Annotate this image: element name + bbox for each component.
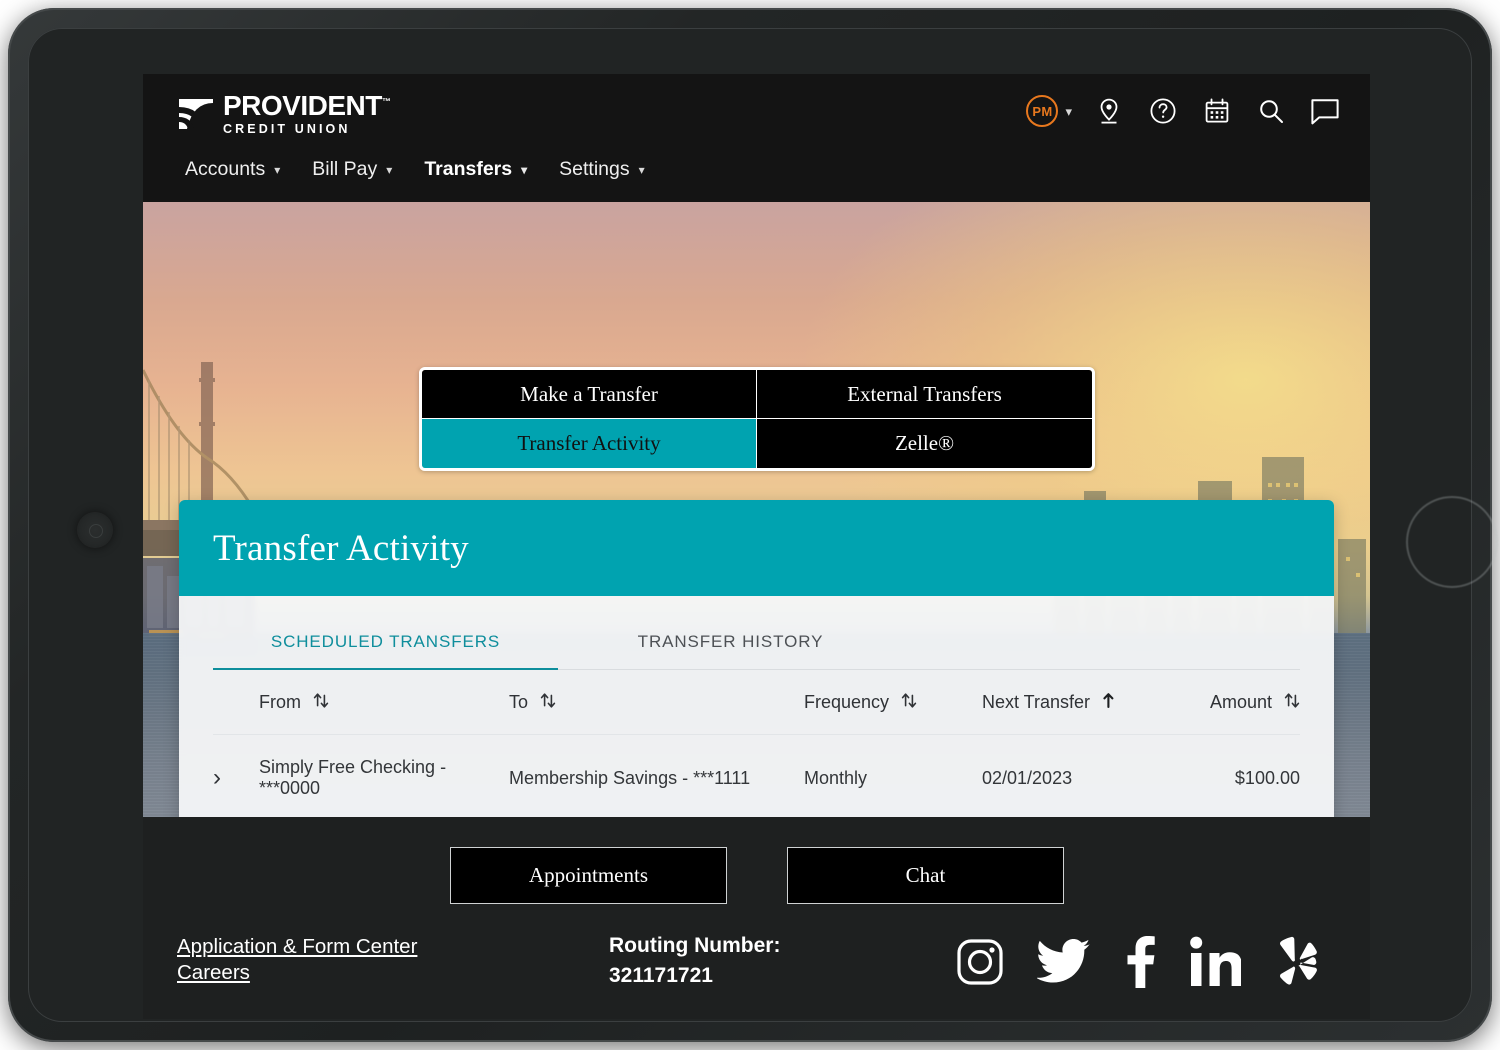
transfer-tab-group: Make a Transfer External Transfers Trans… [419,367,1095,471]
avatar[interactable]: PM [1026,95,1059,127]
column-label: To [509,692,529,712]
column-label: Amount [1209,692,1272,712]
search-icon[interactable] [1254,94,1288,128]
nav-label: Bill Pay [312,158,378,180]
device-home-button[interactable] [78,513,112,547]
column-label: Frequency [804,692,890,712]
location-pin-icon[interactable] [1092,94,1126,128]
facebook-icon[interactable] [1123,936,1157,988]
routing-number-label: Routing Number: [609,934,781,957]
provident-logo[interactable]: PROVIDENT™ CREDIT UNION [177,90,391,136]
logo-name: PROVIDENT [223,90,382,121]
row-expand-toggle[interactable]: › [213,734,259,817]
chevron-right-icon[interactable]: › [213,766,221,790]
card-header: Transfer Activity [179,500,1334,596]
site-header: PROVIDENT™ CREDIT UNION PM ▾ Accounts ▾ … [143,74,1370,202]
nav-item-transfers[interactable]: Transfers ▾ [416,152,551,187]
scheduled-transfers-table: From To Frequency Next Transfer Amount ›… [213,670,1300,817]
link-application-form-center[interactable]: Application & Form Center [177,934,609,960]
tablet-screen: PROVIDENT™ CREDIT UNION PM ▾ Accounts ▾ … [143,74,1370,1019]
column-label: From [259,692,301,712]
provident-logo-mark [177,95,215,133]
routing-number-value: 321171721 [609,964,713,987]
link-careers[interactable]: Careers [177,960,609,986]
cell-amount: $100.00 [1197,734,1300,817]
tab-external-transfers[interactable]: External Transfers [757,370,1092,419]
appointments-button[interactable]: Appointments [450,847,727,904]
cell-frequency: Monthly [804,734,982,817]
chevron-down-icon: ▾ [521,162,528,177]
sort-both-icon[interactable] [313,692,329,714]
social-links [955,934,1321,988]
yelp-icon[interactable] [1273,936,1321,988]
main-navigation: Accounts ▾ Bill Pay ▾ Transfers ▾ Settin… [143,152,669,187]
chat-button[interactable]: Chat [787,847,1064,904]
logo-subtitle: CREDIT UNION [223,122,351,136]
cell-to: Membership Savings - ***1111 [509,734,804,817]
page-title: Transfer Activity [213,527,469,569]
column-label: Next Transfer [982,692,1091,712]
nav-item-settings[interactable]: Settings ▾ [551,152,669,187]
table-row[interactable]: › Simply Free Checking - ***0000 Members… [213,734,1300,817]
cell-from: Simply Free Checking - ***0000 [259,734,509,817]
table-header-row: From To Frequency Next Transfer Amount [213,670,1300,735]
sort-both-icon[interactable] [540,692,556,714]
column-header-frequency[interactable]: Frequency [804,670,982,735]
device-side-button[interactable] [1406,496,1498,588]
profile-menu[interactable]: PM ▾ [1026,95,1072,127]
help-icon[interactable] [1146,94,1180,128]
chat-icon[interactable] [1308,94,1342,128]
twitter-icon[interactable] [1037,938,1091,986]
footer-bottom-row: Application & Form Center Careers Routin… [143,904,1370,988]
hero-section: Make a Transfer External Transfers Trans… [143,202,1370,817]
chevron-down-icon: ▾ [386,162,393,177]
logo-trademark: ™ [381,96,391,107]
table-header: From To Frequency Next Transfer Amount [213,670,1300,735]
chevron-down-icon[interactable]: ▾ [1065,105,1072,118]
tab-scheduled-transfers[interactable]: SCHEDULED TRANSFERS [213,620,558,670]
nav-item-bill-pay[interactable]: Bill Pay ▾ [304,152,416,187]
nav-label: Settings [559,158,630,180]
tab-make-a-transfer[interactable]: Make a Transfer [422,370,757,419]
tab-transfer-history[interactable]: TRANSFER HISTORY [558,620,903,669]
column-header-from[interactable]: From [259,670,509,735]
tab-zelle[interactable]: Zelle® [757,419,1092,468]
routing-number-block: Routing Number: 321171721 [609,934,949,988]
column-header-expand [213,670,259,735]
card-body: SCHEDULED TRANSFERS TRANSFER HISTORY Fro… [179,596,1334,817]
cell-next-transfer: 02/01/2023 [982,734,1197,817]
table-body: › Simply Free Checking - ***0000 Members… [213,734,1300,817]
footer-links: Application & Form Center Careers [177,934,609,986]
footer-button-row: Appointments Chat [143,817,1370,904]
column-header-amount[interactable]: Amount [1197,670,1300,735]
nav-label: Accounts [185,158,266,180]
header-icon-bar: PM ▾ [1026,94,1342,128]
linkedin-icon[interactable] [1189,936,1241,988]
instagram-icon[interactable] [955,937,1005,987]
chevron-down-icon: ▾ [638,162,645,177]
nav-label: Transfers [424,158,513,180]
sort-both-icon[interactable] [1284,692,1300,714]
calendar-icon[interactable] [1200,94,1234,128]
sort-both-icon[interactable] [901,692,917,714]
column-header-to[interactable]: To [509,670,804,735]
transfer-activity-card: Transfer Activity SCHEDULED TRANSFERS TR… [179,500,1334,817]
tablet-device-frame: PROVIDENT™ CREDIT UNION PM ▾ Accounts ▾ … [8,8,1498,1042]
chevron-down-icon: ▾ [274,162,281,177]
site-footer: Appointments Chat Application & Form Cen… [143,817,1370,1019]
nav-item-accounts[interactable]: Accounts ▾ [177,152,304,187]
tab-transfer-activity[interactable]: Transfer Activity [422,419,757,468]
column-header-next-transfer[interactable]: Next Transfer [982,670,1197,735]
card-tab-bar: SCHEDULED TRANSFERS TRANSFER HISTORY [213,596,1300,670]
sort-ascending-icon[interactable] [1102,692,1115,714]
